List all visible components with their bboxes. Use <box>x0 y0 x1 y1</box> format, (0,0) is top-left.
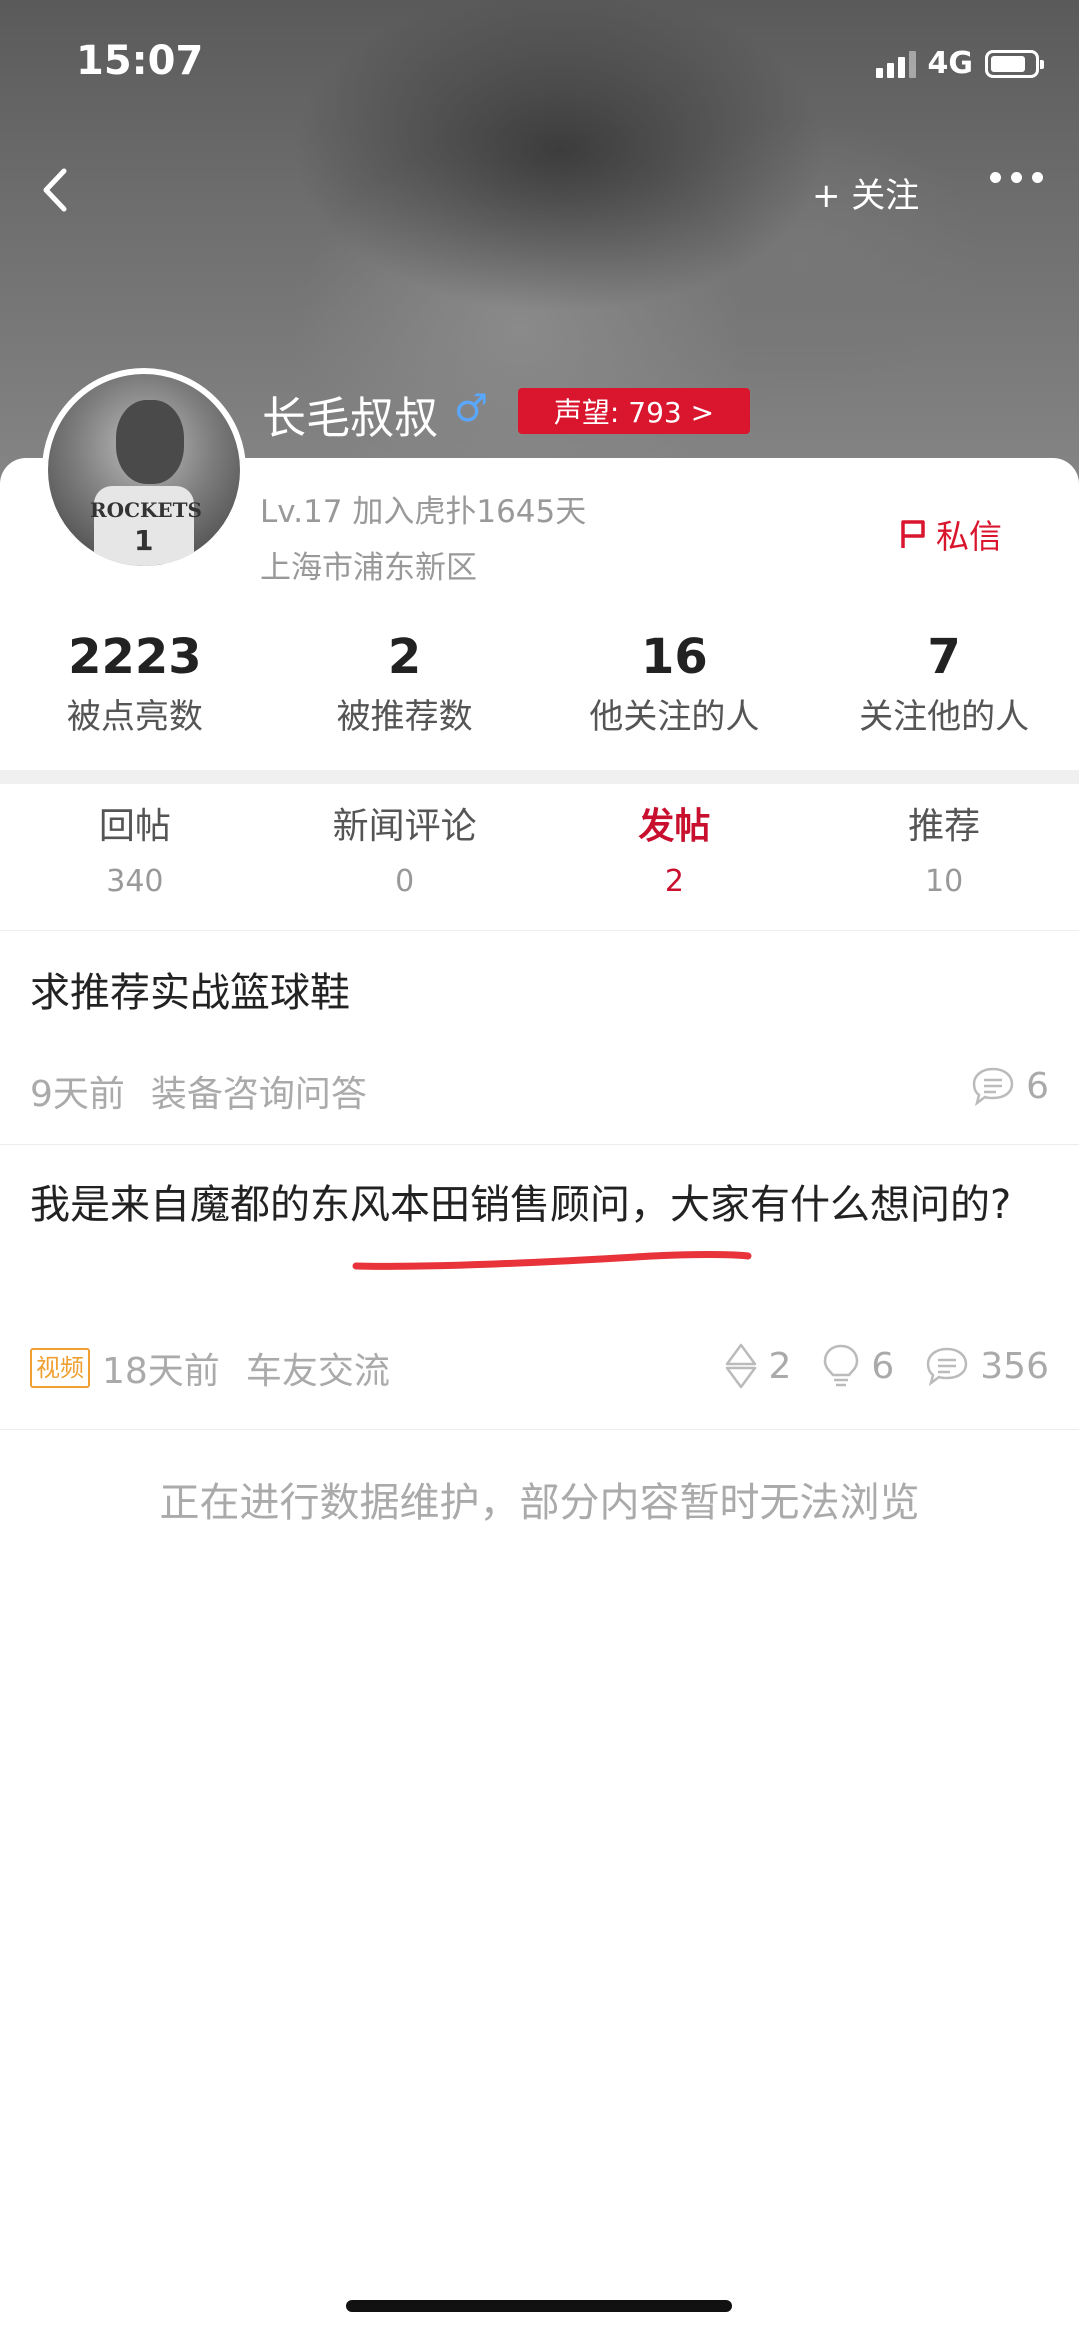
stat-following[interactable]: 16 他关注的人 <box>540 620 810 750</box>
tab-label: 新闻评论 <box>332 806 477 847</box>
red-underline-annotation <box>352 1251 752 1270</box>
comment-count-value: 6 <box>1026 1065 1049 1107</box>
chevron-left-icon <box>43 168 67 212</box>
light-count: 6 <box>821 1342 894 1390</box>
comment-count: 6 <box>970 1065 1049 1107</box>
tab-posts[interactable]: 发帖 2 <box>540 796 810 930</box>
home-indicator[interactable] <box>346 2300 732 2312</box>
tab-label: 推荐 <box>908 806 981 847</box>
comment-count-value: 356 <box>980 1345 1049 1387</box>
private-message-label: 私信 <box>936 517 1002 556</box>
post-item[interactable]: 我是来自魔都的东风本田销售顾问，大家有什么想问的? 视频 18天前 车友交流 2… <box>0 1146 1079 1430</box>
battery-icon <box>985 49 1044 78</box>
avatar-jersey-text: ROCKETS <box>90 498 202 522</box>
status-time: 15:07 <box>76 38 204 84</box>
network-type: 4G <box>927 46 974 81</box>
stat-recommended[interactable]: 2 被推荐数 <box>270 620 540 750</box>
maintenance-notice: 正在进行数据维护，部分内容暂时无法浏览 <box>159 1480 920 1526</box>
section-divider <box>0 770 1079 784</box>
stat-lights[interactable]: 2223 被点亮数 <box>0 620 270 750</box>
stat-label: 被点亮数 <box>66 697 203 737</box>
status-bar-right: 4G <box>875 46 1044 81</box>
stat-label: 被推荐数 <box>336 697 473 737</box>
recommend-arrow-icon <box>726 1343 757 1389</box>
tab-count: 0 <box>395 864 415 899</box>
stat-followers[interactable]: 7 关注他的人 <box>809 620 1079 750</box>
post-item[interactable]: 求推荐实战篮球鞋 9天前 装备咨询问答 6 <box>0 931 1079 1145</box>
video-tag: 视频 <box>30 1348 90 1388</box>
stat-label: 关注他的人 <box>859 697 1030 737</box>
stat-value: 16 <box>640 629 708 685</box>
dot-icon <box>990 172 1001 183</box>
tab-label: 发帖 <box>638 806 711 847</box>
tab-count: 340 <box>106 864 164 899</box>
flag-icon <box>901 520 925 548</box>
avatar[interactable]: ROCKETS 1 <box>42 368 246 572</box>
profile-stats: 2223 被点亮数 2 被推荐数 16 他关注的人 7 关注他的人 <box>0 620 1079 750</box>
tab-count: 10 <box>925 864 964 899</box>
post-stats: 2 6 356 <box>724 1342 1049 1390</box>
tab-recommend[interactable]: 推荐 10 <box>809 796 1079 930</box>
post-meta: 9天前 装备咨询问答 <box>30 1065 367 1117</box>
reputation-label: 声望: 793 > <box>553 396 715 429</box>
more-options-button[interactable] <box>990 172 1043 183</box>
tab-news-comments[interactable]: 新闻评论 0 <box>270 796 540 930</box>
male-gender-icon: ♂ <box>454 386 489 430</box>
post-time: 18天前 <box>102 1351 220 1392</box>
back-button[interactable] <box>30 160 80 220</box>
tab-replies[interactable]: 回帖 340 <box>0 796 270 930</box>
reputation-badge[interactable]: 声望: 793 > <box>518 388 750 434</box>
light-count-value: 6 <box>871 1345 895 1387</box>
post-stats: 6 <box>970 1065 1049 1107</box>
post-board: 车友交流 <box>245 1351 390 1392</box>
recommend-count: 2 <box>724 1342 791 1390</box>
tab-count: 2 <box>664 864 684 899</box>
stat-value: 2 <box>387 629 422 685</box>
username: 长毛叔叔 <box>262 393 438 444</box>
post-title: 求推荐实战篮球鞋 <box>30 970 350 1016</box>
lightbulb-icon <box>824 1344 859 1387</box>
private-message-button[interactable]: 私信 <box>898 510 1002 558</box>
comment-icon <box>972 1067 1014 1107</box>
avatar-jersey-number: 1 <box>134 524 154 557</box>
dot-icon <box>1032 172 1043 183</box>
tab-label: 回帖 <box>98 806 171 847</box>
location: 上海市浦东新区 <box>260 550 477 586</box>
content-tabs: 回帖 340 新闻评论 0 发帖 2 推荐 10 <box>0 796 1079 930</box>
follow-button[interactable]: + 关注 <box>812 168 919 217</box>
post-board: 装备咨询问答 <box>150 1074 367 1115</box>
recommend-count-value: 2 <box>768 1345 792 1387</box>
post-title: 我是来自魔都的东风本田销售顾问，大家有什么想问的? <box>30 1182 1012 1228</box>
stat-value: 7 <box>927 629 961 685</box>
post-time: 9天前 <box>30 1074 125 1115</box>
signal-icon <box>875 50 916 78</box>
stat-label: 他关注的人 <box>589 697 760 737</box>
avatar-head <box>116 400 184 484</box>
post-meta: 视频 18天前 车友交流 <box>30 1342 390 1394</box>
level-info: Lv.17 加入虎扑1645天 <box>260 494 587 530</box>
comment-icon <box>927 1347 968 1387</box>
comment-count: 356 <box>924 1345 1049 1387</box>
dot-icon <box>1011 172 1022 183</box>
stat-value: 2223 <box>68 629 202 685</box>
